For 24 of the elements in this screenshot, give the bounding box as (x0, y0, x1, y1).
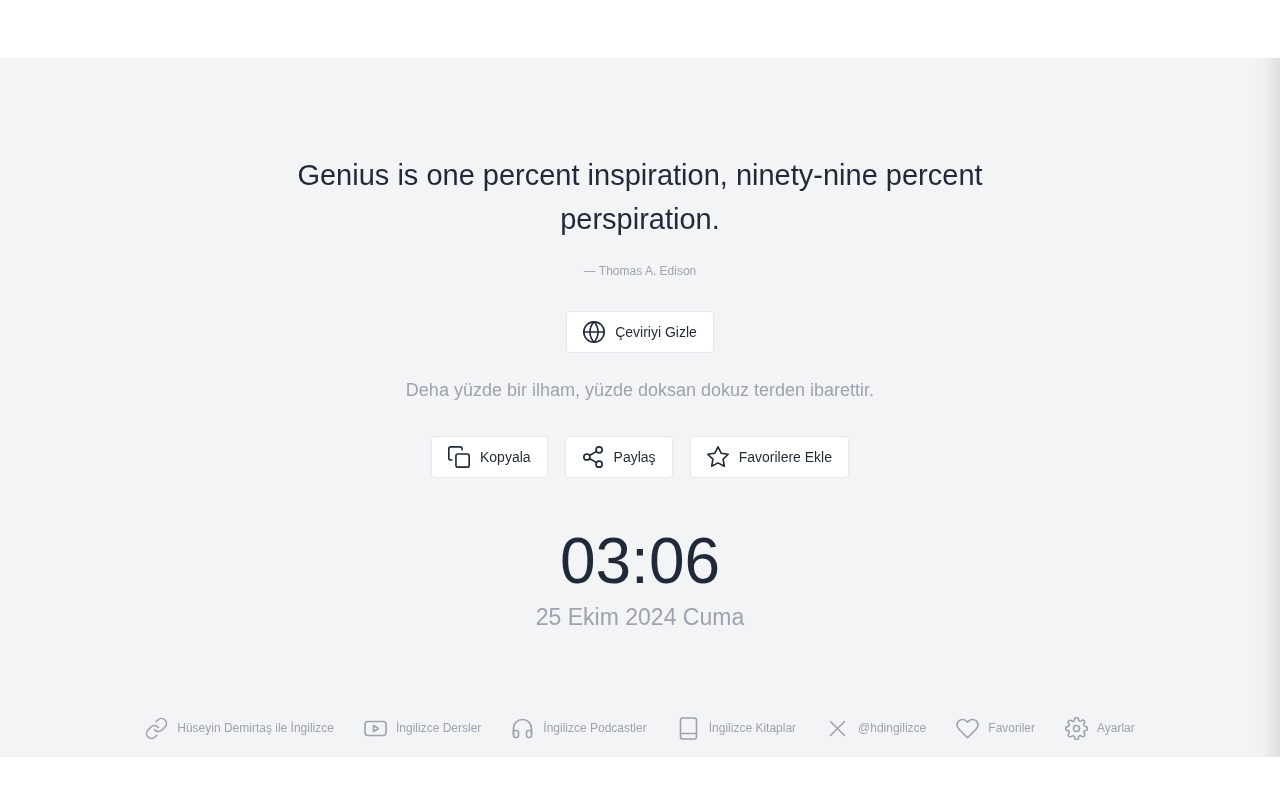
globe-icon (583, 321, 606, 343)
heart-icon (956, 716, 980, 740)
share-icon (581, 446, 604, 468)
footer-link[interactable]: @hdingilizce (826, 716, 927, 740)
translation-text: Deha yüzde bir ilham, yüzde doksan dokuz terden ibarettir. (405, 379, 875, 402)
quote-author: — Thomas A. Edison (583, 263, 697, 279)
footer-link[interactable]: Hüseyin Demirtaş ile İngilizce (145, 716, 334, 740)
favorite-button[interactable]: Favorilere Ekle (689, 436, 849, 478)
settings-icon (1065, 716, 1088, 740)
footer-link[interactable]: Ayarlar (1065, 716, 1135, 740)
footer-link[interactable]: İngilizce Dersler (363, 716, 482, 740)
clock-time: 03:06 (559, 525, 721, 597)
link-icon (145, 716, 169, 740)
footer-link[interactable]: İngilizce Kitaplar (676, 716, 797, 740)
clock-date: 25 Ekim 2024 Cuma (535, 603, 745, 632)
headphones-icon (511, 716, 535, 740)
footer-link[interactable]: Favoriler (956, 716, 1035, 740)
quote-text: Genius is one percent inspiration, ninety-nine percent perspiration. (296, 158, 984, 237)
copy-icon (448, 446, 470, 468)
star-icon (706, 446, 729, 468)
hide-translation-button[interactable]: Çeviriyi Gizle (566, 311, 714, 353)
footer-link[interactable]: İngilizce Podcastler (511, 716, 647, 740)
share-button[interactable]: Paylaş (564, 436, 673, 478)
copy-button[interactable]: Kopyala (431, 436, 548, 478)
